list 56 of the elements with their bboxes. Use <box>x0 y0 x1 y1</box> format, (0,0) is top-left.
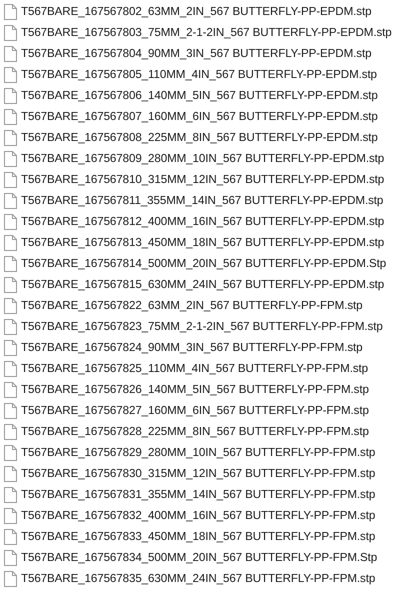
file-icon <box>4 150 17 166</box>
file-name[interactable]: T567BARE_167567825_110MM_4IN_567 BUTTERFLY-PP-FPM.stp <box>21 362 368 375</box>
file-name[interactable]: T567BARE_167567827_160MM_6IN_567 BUTTERFLY-PP-FPM.stp <box>21 404 369 417</box>
file-icon <box>4 4 17 20</box>
file-icon <box>4 444 17 460</box>
file-icon <box>4 528 17 544</box>
file-name[interactable]: T567BARE_167567803_75MM_2-1-2IN_567 BUTTERFLY-PP-EPDM.stp <box>21 26 392 39</box>
file-name[interactable]: T567BARE_167567822_63MM_2IN_567 BUTTERFLY-PP-FPM.stp <box>21 299 362 312</box>
file-icon <box>4 318 17 334</box>
file-name[interactable]: T567BARE_167567830_315MM_12IN_567 BUTTERFLY-PP-FPM.stp <box>21 467 376 480</box>
file-name[interactable]: T567BARE_167567826_140MM_5IN_567 BUTTERFLY-PP-FPM.stp <box>21 383 369 396</box>
file-name[interactable]: T567BARE_167567824_90MM_3IN_567 BUTTERFLY-PP-FPM.stp <box>21 341 362 354</box>
file-icon <box>4 298 17 314</box>
file-name[interactable]: T567BARE_167567828_225MM_8IN_567 BUTTERFLY-PP-FPM.stp <box>21 425 369 438</box>
file-icon <box>4 486 17 502</box>
file-icon <box>4 24 17 40</box>
file-name[interactable]: T567BARE_167567815_630MM_24IN_567 BUTTERFLY-PP-EPDM.stp <box>21 278 384 291</box>
file-icon <box>4 172 17 188</box>
file-name[interactable]: T567BARE_167567813_450MM_18IN_567 BUTTERFLY-PP-EPDM.stp <box>21 236 384 249</box>
file-name[interactable]: T567BARE_167567814_500MM_20IN_567 BUTTERFLY-PP-EPDM.Stp <box>21 257 386 270</box>
file-icon <box>4 276 17 292</box>
file-icon <box>4 508 17 524</box>
file-icon <box>4 424 17 440</box>
file-name[interactable]: T567BARE_167567831_355MM_14IN_567 BUTTERFLY-PP-FPM.stp <box>21 488 376 501</box>
file-icon <box>4 88 17 104</box>
file-name[interactable]: T567BARE_167567802_63MM_2IN_567 BUTTERFLY-PP-EPDM.stp <box>21 5 372 18</box>
file-name[interactable]: T567BARE_167567810_315MM_12IN_567 BUTTERFLY-PP-EPDM.stp <box>21 173 384 186</box>
file-name[interactable]: T567BARE_167567812_400MM_16IN_567 BUTTERFLY-PP-EPDM.stp <box>21 215 384 228</box>
file-name[interactable]: T567BARE_167567829_280MM_10IN_567 BUTTERFLY-PP-FPM.stp <box>21 446 376 459</box>
file-name[interactable]: T567BARE_167567834_500MM_20IN_567 BUTTERFLY-PP-FPM.Stp <box>21 551 378 564</box>
file-name[interactable]: T567BARE_167567806_140MM_5IN_567 BUTTERFLY-PP-EPDM.stp <box>21 89 378 102</box>
file-icon <box>4 214 17 230</box>
file-icon <box>4 130 17 146</box>
file-name[interactable]: T567BARE_167567833_450MM_18IN_567 BUTTERFLY-PP-FPM.stp <box>21 530 376 543</box>
file-name[interactable]: T567BARE_167567823_75MM_2-1-2IN_567 BUTTERFLY-PP-FPM.stp <box>21 320 383 333</box>
file-name[interactable]: T567BARE_167567807_160MM_6IN_567 BUTTERFLY-PP-EPDM.stp <box>21 110 378 123</box>
file-icon <box>4 234 17 250</box>
file-icon <box>4 402 17 418</box>
file-name[interactable]: T567BARE_167567808_225MM_8IN_567 BUTTERFLY-PP-EPDM.stp <box>21 131 378 144</box>
file-icon <box>4 192 17 208</box>
file-icon <box>4 108 17 124</box>
file-name[interactable]: T567BARE_167567804_90MM_3IN_567 BUTTERFLY-PP-EPDM.stp <box>21 47 372 60</box>
file-name[interactable]: T567BARE_167567832_400MM_16IN_567 BUTTERFLY-PP-FPM.stp <box>21 509 376 522</box>
file-icon <box>4 66 17 82</box>
file-icon <box>4 550 17 566</box>
file-name[interactable]: T567BARE_167567805_110MM_4IN_567 BUTTERFLY-PP-EPDM.stp <box>21 68 377 81</box>
file-icon <box>4 382 17 398</box>
file-icon <box>4 340 17 356</box>
file-icon <box>4 570 17 586</box>
file-name[interactable]: T567BARE_167567809_280MM_10IN_567 BUTTERFLY-PP-EPDM.stp <box>21 152 384 165</box>
file-icon <box>4 360 17 376</box>
file-icon <box>4 466 17 482</box>
file-icon <box>4 46 17 62</box>
file-name[interactable]: T567BARE_167567835_630MM_24IN_567 BUTTERFLY-PP-FPM.stp <box>21 572 376 585</box>
file-name[interactable]: T567BARE_167567811_355MM_14IN_567 BUTTERFLY-PP-EPDM.stp <box>21 194 384 207</box>
file-icon <box>4 256 17 272</box>
